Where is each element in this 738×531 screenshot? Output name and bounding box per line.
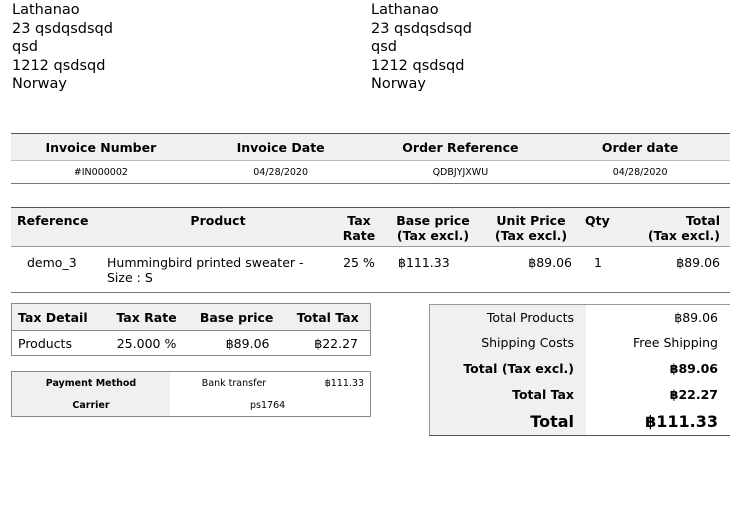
table-header-row: Tax Detail Tax Rate Base price Total Tax [11,303,371,331]
total-tax-excl-value: ฿89.06 [669,360,718,376]
tax-detail-base: ฿89.06 [225,335,270,351]
total-products-label: Total Products [429,304,586,330]
address-country: Norway [12,76,68,92]
table-row: Total Tax ฿22.27 [429,381,731,407]
table-row: Shipping Costs Free Shipping [429,330,731,355]
header-product: Product [102,207,334,247]
carrier-label: Carrier [11,394,170,417]
invoice-date: 04/28/2020 [253,166,308,178]
header-base-price: Base price (Tax excl.) [384,207,482,247]
table-row: Payment Method Bank transfer ฿111.33 [11,371,371,394]
payment-method-value: Bank transfer [201,377,267,389]
header-total: Total (Tax excl.) [630,207,730,247]
table-row: Total (Tax excl.) ฿89.06 [429,355,731,381]
header-unit-price-line2: (Tax excl.) [494,228,568,243]
product-table: Reference Product Tax Rate Base price (T… [11,207,730,293]
table-header-row: Invoice Number Invoice Date Order Refere… [11,133,730,161]
order-reference: QDBJYJXWU [432,166,489,178]
product-total: ฿89.06 [676,255,720,270]
header-invoice-number: Invoice Number [11,133,191,161]
address-country: Norway [371,76,427,92]
address-line: qsd [371,39,397,55]
carrier-value: ps1764 [250,399,286,411]
tax-detail-label: Products [18,335,72,351]
address-name: Lathanao [12,2,80,18]
header-invoice-date: Invoice Date [190,133,371,161]
delivery-address: Lathanao 23 qsdqsdsqd qsd 1212 qsdsqd No… [371,1,472,94]
grand-total-label: Total [429,407,586,436]
product-tax-rate: 25 % [343,255,375,270]
address-street: 23 qsdqsdsqd [371,20,472,37]
payment-table: Payment Method Bank transfer ฿111.33 Car… [11,371,371,417]
header-unit-price-line1: Unit Price [496,213,566,228]
header-order-reference: Order Reference [370,133,551,161]
total-products-value: ฿89.06 [674,310,718,325]
address-line: qsd [12,39,38,55]
order-date: 04/28/2020 [612,166,668,178]
tax-detail-table: Tax Detail Tax Rate Base price Total Tax… [11,303,371,356]
header-base-price-line2: (Tax excl.) [396,228,470,243]
header-tax-detail: Tax Detail [11,303,106,331]
invoice-number: #IN000002 [73,166,128,178]
payment-method-label: Payment Method [11,371,170,394]
table-row: Carrier ps1764 [11,394,371,417]
header-tax-rate-line1: Tax [347,213,371,228]
totals-table: Total Products ฿89.06 Shipping Costs Fre… [429,304,730,436]
product-unit-price: ฿89.06 [528,255,572,270]
total-tax-label: Total Tax [429,381,586,407]
product-qty: 1 [594,255,602,270]
address-postcode-city: 1212 qsdsqd [12,57,106,74]
total-tax-excl-label: Total (Tax excl.) [429,355,586,381]
tax-detail-total: ฿22.27 [314,335,358,351]
address-postcode-city: 1212 qsdsqd [371,57,465,74]
header-base-price-line1: Base price [396,213,470,228]
shipping-value: Free Shipping [632,335,718,350]
table-row: #IN000002 04/28/2020 QDBJYJXWU 04/28/202… [11,161,730,184]
table-row: demo_3 Hummingbird printed sweater - Siz… [11,247,730,293]
header-order-date: Order date [550,133,730,161]
product-name: Hummingbird printed sweater - Size : S [107,255,304,285]
header-total-tax: Total Tax [285,303,371,331]
table-row: Total ฿111.33 [429,407,731,436]
header-tax-rate-line2: Rate [342,228,376,243]
header-unit-price: Unit Price (Tax excl.) [482,207,580,247]
table-row: Total Products ฿89.06 [429,304,731,330]
header-total-line2: (Tax excl.) [647,228,720,243]
header-tax-rate: Tax Rate [334,207,384,247]
header-base-price: Base price [187,303,286,331]
invoice-info-table: Invoice Number Invoice Date Order Refere… [11,133,730,184]
invoice-address: Lathanao 23 qsdqsdsqd qsd 1212 qsdsqd No… [12,1,113,94]
tax-detail-rate: 25.000 % [116,335,177,351]
header-qty: Qty [580,207,630,247]
header-tax-rate: Tax Rate [105,303,188,331]
header-reference: Reference [11,207,102,247]
shipping-label: Shipping Costs [429,330,586,355]
table-row: Products 25.000 % ฿89.06 ฿22.27 [12,331,371,356]
address-street: 23 qsdqsdsqd [12,20,113,37]
payment-method-amount: ฿111.33 [324,377,364,389]
address-name: Lathanao [371,2,439,18]
header-total-line1: Total [685,213,720,228]
table-header-row: Reference Product Tax Rate Base price (T… [11,207,730,247]
product-reference: demo_3 [27,255,77,270]
grand-total-value: ฿111.33 [645,411,718,431]
total-tax-value: ฿22.27 [669,386,718,402]
product-base-price: ฿111.33 [398,255,450,270]
